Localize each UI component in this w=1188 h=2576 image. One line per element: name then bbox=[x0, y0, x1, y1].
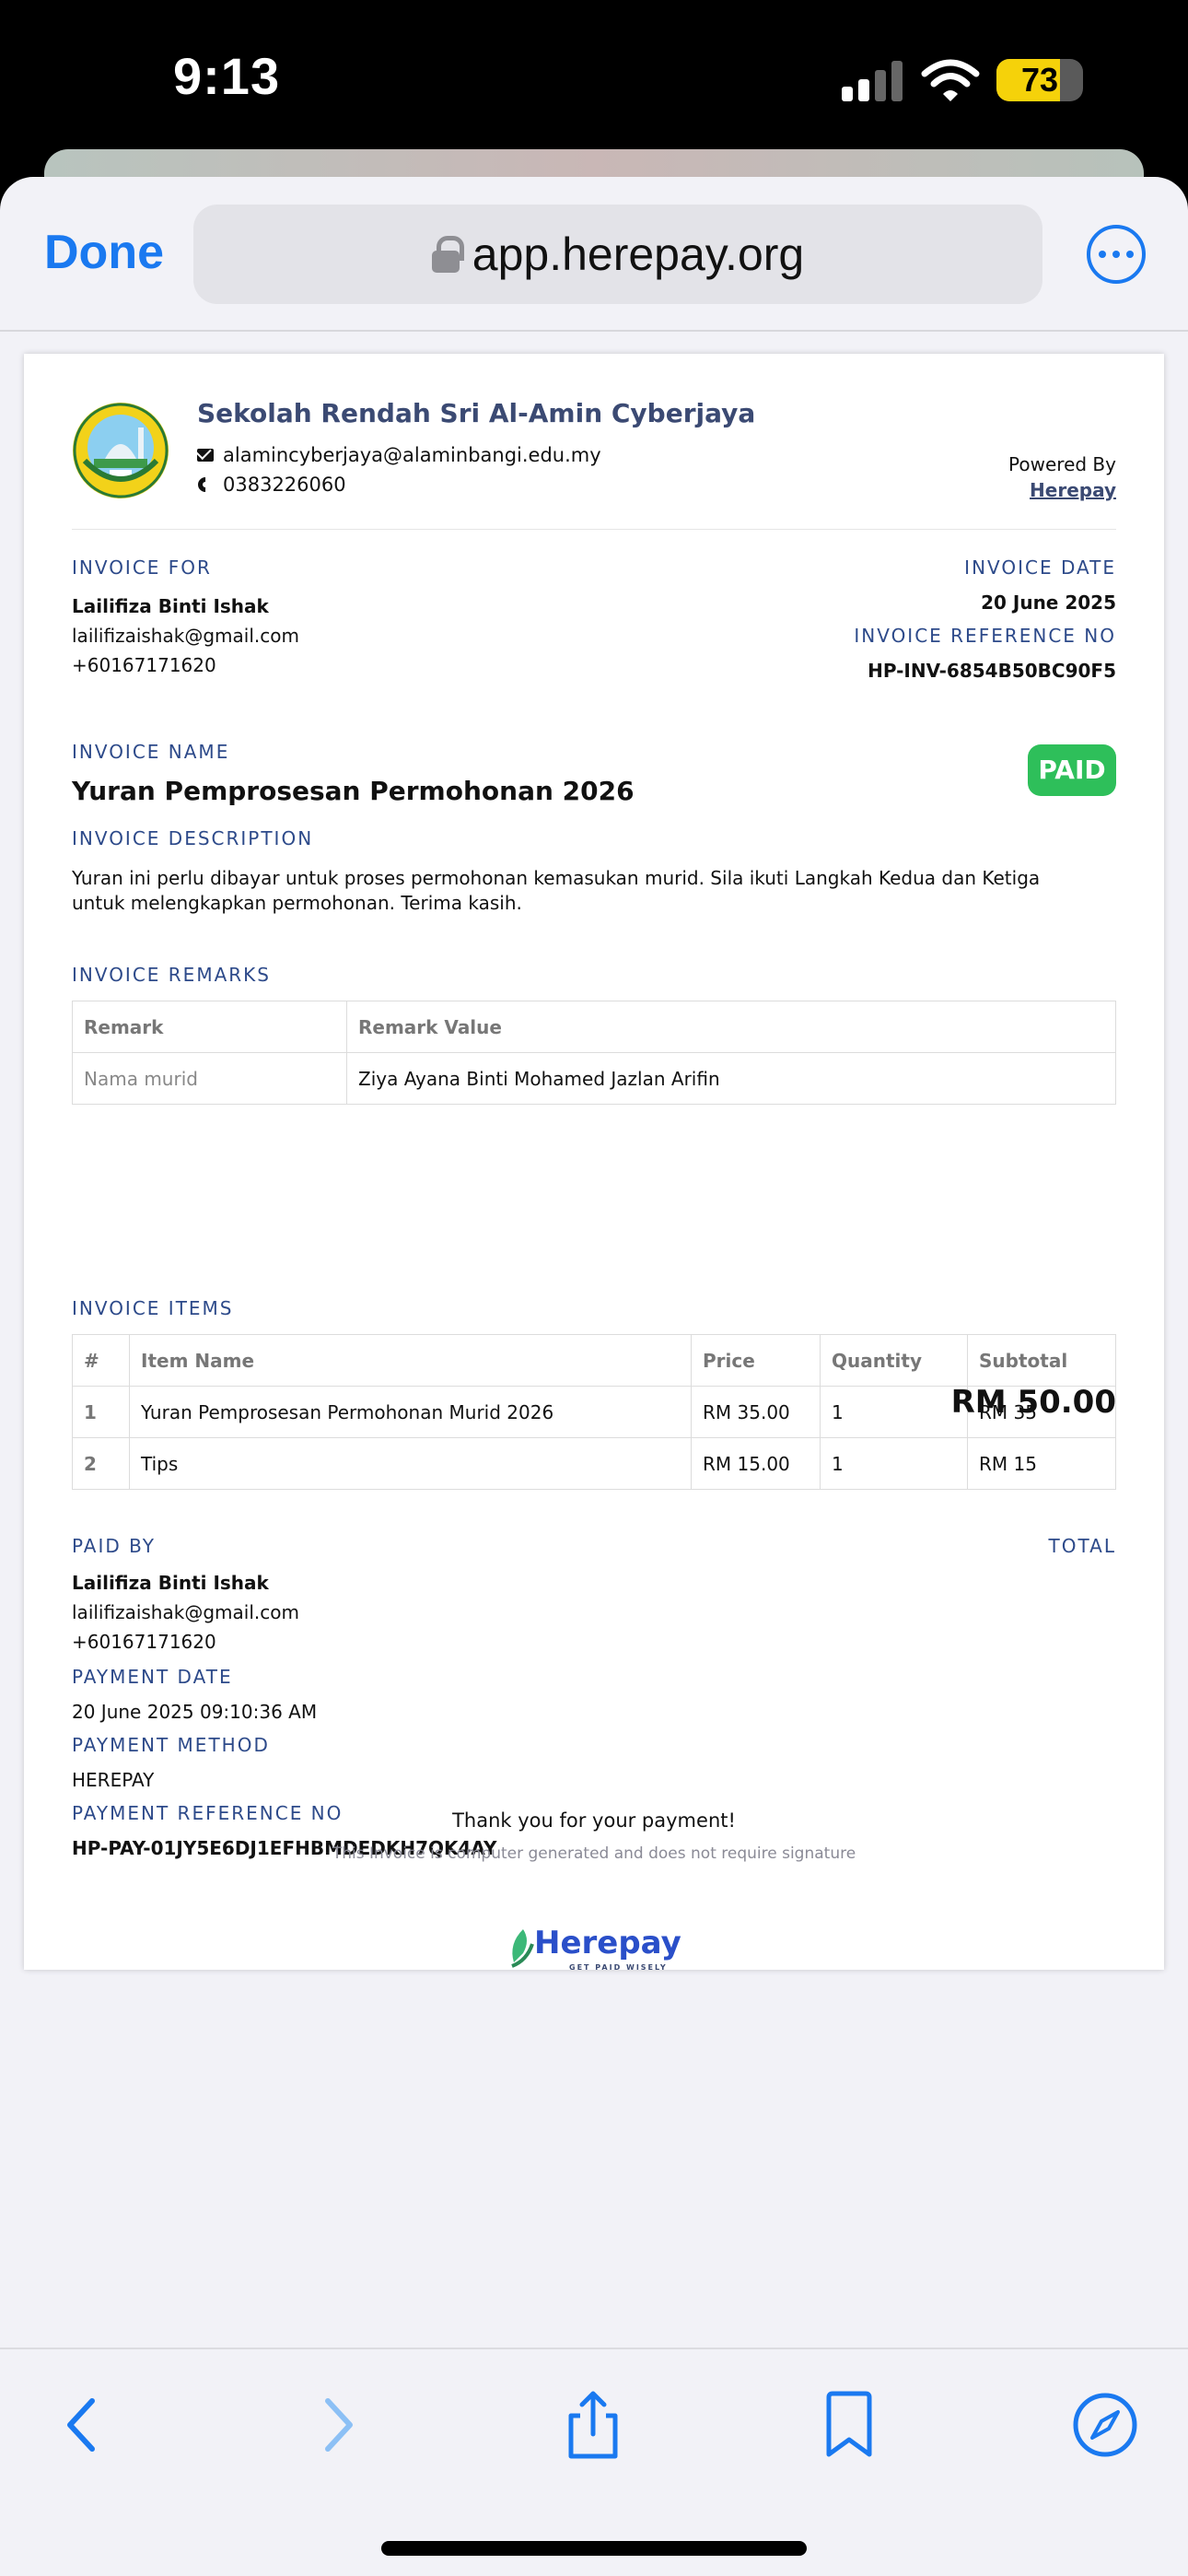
table-cell: RM 15 bbox=[967, 1437, 1116, 1490]
table-row: Nama murid Ziya Ayana Binti Mohamed Jazl… bbox=[72, 1052, 1116, 1105]
compass-icon[interactable] bbox=[1068, 2388, 1142, 2462]
table-cell: Nama murid bbox=[72, 1052, 347, 1105]
invoice-ref-label: INVOICE REFERENCE NO bbox=[854, 625, 1116, 647]
thank-you-message: Thank you for your payment! bbox=[452, 1809, 736, 1832]
battery-cap bbox=[1076, 72, 1083, 88]
url-text: app.herepay.org bbox=[472, 228, 805, 280]
forward-icon[interactable] bbox=[300, 2388, 374, 2462]
status-time: 9:13 bbox=[173, 47, 281, 105]
school-email-row: alamincyberjaya@alaminbangi.edu.my bbox=[197, 444, 601, 466]
table-header: Remark Value bbox=[346, 1001, 1116, 1053]
invoice-date: 20 June 2025 bbox=[981, 591, 1116, 614]
herepay-logo-icon: Herepay GET PAID WISELY bbox=[511, 1925, 681, 1972]
card-divider bbox=[72, 529, 1116, 530]
disclaimer-text: This Invoice is computer generated and d… bbox=[332, 1844, 856, 1863]
payment-date: 20 June 2025 09:10:36 AM bbox=[72, 1701, 318, 1723]
total-label: TOTAL bbox=[1048, 1535, 1116, 1557]
payment-method-label: PAYMENT METHOD bbox=[72, 1734, 270, 1756]
phone-icon bbox=[197, 476, 214, 493]
school-logo-icon bbox=[73, 403, 169, 498]
invoice-for-label: INVOICE FOR bbox=[72, 556, 212, 579]
table-header: Quantity bbox=[820, 1334, 968, 1387]
header-divider bbox=[0, 330, 1188, 332]
table-header: Remark bbox=[72, 1001, 347, 1053]
table-cell: Yuran Pemprosesan Permohonan Murid 2026 bbox=[129, 1386, 692, 1438]
herepay-link[interactable]: Herepay bbox=[1030, 479, 1116, 501]
battery-percent: 73 bbox=[1020, 61, 1059, 99]
invoice-remarks-label: INVOICE REMARKS bbox=[72, 964, 271, 986]
school-email: alamincyberjaya@alaminbangi.edu.my bbox=[223, 444, 601, 466]
table-cell: Tips bbox=[129, 1437, 692, 1490]
more-icon-dot bbox=[1112, 251, 1120, 258]
table-cell: RM 15.00 bbox=[691, 1437, 821, 1490]
herepay-tagline: GET PAID WISELY bbox=[569, 1963, 668, 1972]
table-header: Subtotal bbox=[967, 1334, 1116, 1387]
table-cell: 1 bbox=[72, 1386, 130, 1438]
invoice-name-label: INVOICE NAME bbox=[72, 741, 230, 763]
invoice-items-label: INVOICE ITEMS bbox=[72, 1297, 234, 1319]
lock-icon bbox=[431, 236, 464, 273]
invoice-for-phone: +60167171620 bbox=[72, 654, 216, 676]
total-amount: RM 50.00 bbox=[950, 1384, 1116, 1421]
home-indicator bbox=[381, 2541, 807, 2556]
done-button[interactable]: Done bbox=[44, 225, 164, 280]
status-bar: 9:13 73 bbox=[0, 0, 1188, 157]
table-header-row: Remark Remark Value bbox=[72, 1001, 1116, 1053]
invoice-description: Yuran ini perlu dibayar untuk proses per… bbox=[72, 867, 1041, 914]
table-cell: 1 bbox=[820, 1386, 968, 1438]
paid-by-name: Lailifiza Binti Ishak bbox=[72, 1572, 269, 1594]
paid-by-phone: +60167171620 bbox=[72, 1631, 216, 1653]
table-header: # bbox=[72, 1334, 130, 1387]
more-icon-dot bbox=[1126, 251, 1134, 258]
table-header-row: # Item Name Price Quantity Subtotal bbox=[72, 1334, 1116, 1387]
battery-indicator: 73 bbox=[996, 59, 1083, 101]
table-cell: 2 bbox=[72, 1437, 130, 1490]
invoice-for-name: Lailifiza Binti Ishak bbox=[72, 595, 269, 617]
browser-sheet: Done app.herepay.org Sekolah Rendah Sri … bbox=[0, 177, 1188, 2576]
bookmark-icon[interactable] bbox=[812, 2388, 886, 2462]
table-header: Item Name bbox=[129, 1334, 692, 1387]
invoice-description-label: INVOICE DESCRIPTION bbox=[72, 827, 314, 849]
table-cell: Ziya Ayana Binti Mohamed Jazlan Arifin bbox=[346, 1052, 1116, 1105]
mail-icon bbox=[197, 449, 214, 462]
url-bar[interactable]: app.herepay.org bbox=[193, 205, 1042, 304]
table-cell: 1 bbox=[820, 1437, 968, 1490]
invoice-card: Sekolah Rendah Sri Al-Amin Cyberjaya ala… bbox=[24, 354, 1164, 1972]
herepay-brand-text: Herepay bbox=[534, 1925, 681, 1961]
status-badge: PAID bbox=[1028, 744, 1116, 796]
payment-method: HEREPAY bbox=[72, 1769, 155, 1791]
school-phone-row: 0383226060 bbox=[197, 474, 346, 496]
table-header: Price bbox=[691, 1334, 821, 1387]
more-options-button[interactable] bbox=[1087, 225, 1146, 284]
remarks-table: Remark Remark Value Nama murid Ziya Ayan… bbox=[72, 1001, 1116, 1105]
invoice-date-label: INVOICE DATE bbox=[964, 556, 1116, 579]
wifi-icon bbox=[921, 59, 980, 101]
cellular-signal-icon bbox=[842, 61, 903, 101]
invoice-for-email: lailifizaishak@gmail.com bbox=[72, 625, 299, 647]
payment-date-label: PAYMENT DATE bbox=[72, 1666, 233, 1688]
back-icon[interactable] bbox=[46, 2388, 120, 2462]
school-phone: 0383226060 bbox=[223, 474, 346, 496]
share-icon[interactable] bbox=[556, 2388, 630, 2462]
more-icon-dot bbox=[1099, 251, 1106, 258]
table-cell: RM 35.00 bbox=[691, 1386, 821, 1438]
invoice-ref: HP-INV-6854B50BC90F5 bbox=[868, 660, 1116, 682]
school-name: Sekolah Rendah Sri Al-Amin Cyberjaya bbox=[197, 398, 756, 428]
paid-by-email: lailifizaishak@gmail.com bbox=[72, 1601, 299, 1623]
powered-by-label: Powered By bbox=[1008, 453, 1116, 475]
paid-by-label: PAID BY bbox=[72, 1535, 156, 1557]
table-row: 2 Tips RM 15.00 1 RM 15 bbox=[72, 1437, 1116, 1490]
browser-header: Done app.herepay.org bbox=[0, 177, 1188, 332]
invoice-name: Yuran Pemprosesan Permohonan 2026 bbox=[72, 776, 635, 806]
